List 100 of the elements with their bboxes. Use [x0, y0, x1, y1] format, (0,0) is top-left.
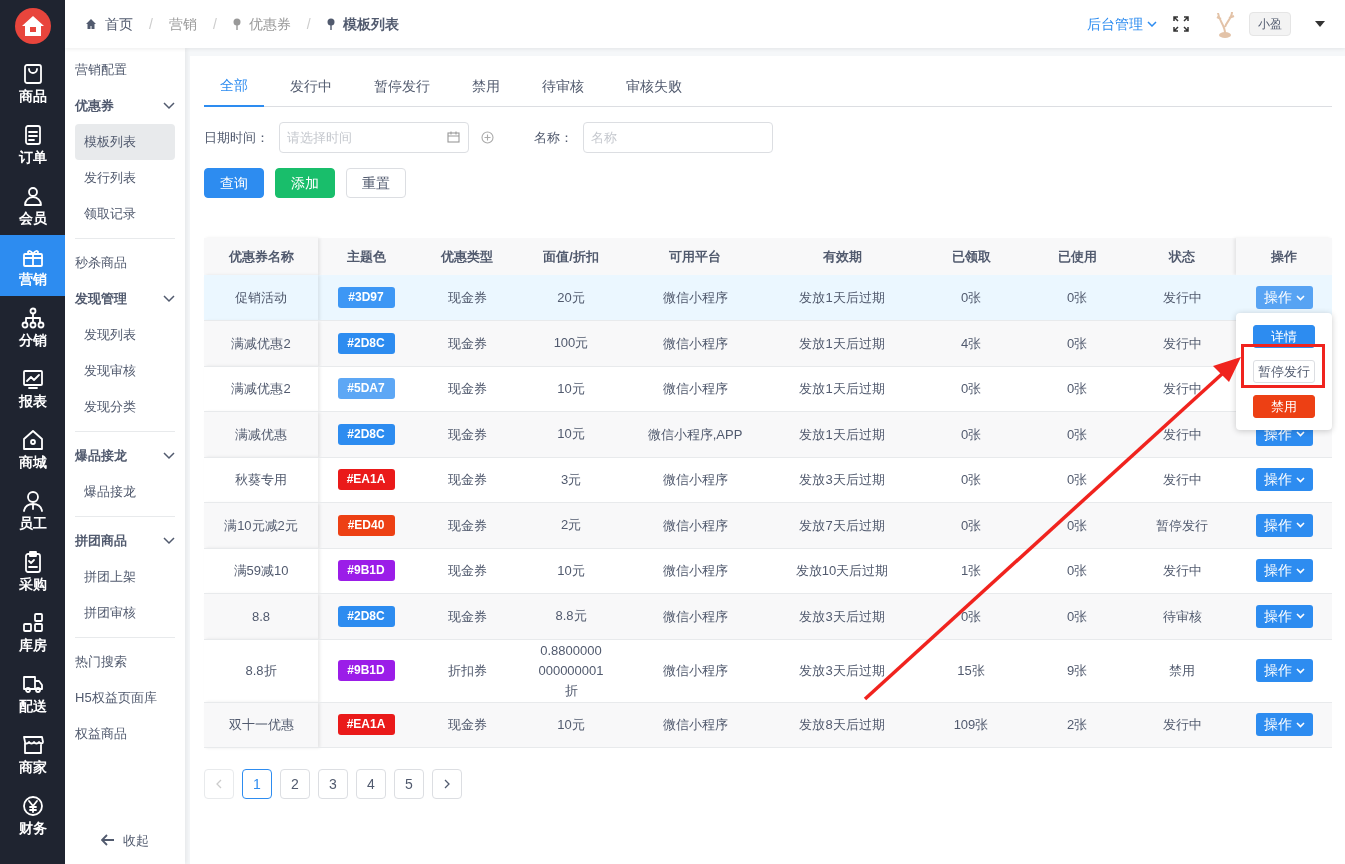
field-label: 日期时间：	[204, 128, 269, 147]
table-cell-text: 10元	[556, 715, 586, 734]
table-cell: 0张	[1026, 275, 1128, 321]
table-cell: 0张	[916, 502, 1026, 548]
color-tag: #5DA7	[337, 378, 395, 400]
table-cell: 微信小程序	[622, 502, 768, 548]
nav-label: 商家	[18, 758, 47, 775]
nav-label: 营销	[18, 270, 47, 287]
nav-label: 分销	[18, 331, 47, 348]
table-cell: 0张	[1026, 502, 1128, 548]
table-cell: 微信小程序	[622, 457, 768, 503]
table-cell: 禁用	[1128, 639, 1236, 702]
table-cell: 现金券	[414, 548, 520, 594]
column-header: 已领取	[916, 238, 1026, 275]
table-cell: 待审核	[1128, 593, 1236, 639]
color-tag: #EA1A	[337, 714, 395, 736]
table-cell-text: 20元	[556, 288, 586, 307]
table-cell: 0张	[1026, 366, 1128, 412]
table-cell: 发放10天后过期	[768, 548, 916, 594]
table-cell: 发放1天后过期	[768, 320, 916, 366]
field-label: 名称：	[534, 128, 573, 147]
column-header: 已使用	[1026, 238, 1128, 275]
color-tag: #EA1A	[337, 469, 395, 491]
nav-label: 财务	[18, 819, 47, 836]
table-cell: 8.8折	[204, 639, 318, 702]
column-header: 面值/折扣	[520, 238, 622, 275]
column-header: 主题色	[318, 238, 414, 275]
table-cell: 现金券	[414, 457, 520, 503]
table-cell: 暂停发行	[1128, 502, 1236, 548]
nav-label: 员工	[18, 514, 47, 531]
separator: /	[149, 14, 153, 34]
table-cell: 发放8天后过期	[768, 702, 916, 748]
color-tag: #2D8C	[337, 605, 395, 627]
table-cell: 促销活动	[204, 275, 318, 321]
table-cell: 现金券	[414, 502, 520, 548]
table-cell: 发行中	[1128, 366, 1236, 412]
table-cell: 0张	[916, 275, 1026, 321]
table-cell: 发放1天后过期	[768, 366, 916, 412]
color-tag: #3D97	[337, 287, 395, 308]
table-cell: 发放1天后过期	[768, 275, 916, 321]
table-cell-text: 10元	[556, 379, 586, 398]
table-cell: 0张	[1026, 320, 1128, 366]
table-cell-text: 3元	[559, 470, 583, 489]
color-tag: #ED40	[337, 514, 395, 536]
column-header: 优惠券名称	[204, 238, 318, 275]
table-cell: 发行中	[1128, 457, 1236, 503]
table-cell: 发放7天后过期	[768, 502, 916, 548]
table-cell: 现金券	[414, 366, 520, 412]
nav-label: 商品	[18, 87, 47, 104]
column-header: 操作	[1236, 238, 1332, 275]
table-cell: 发行中	[1128, 548, 1236, 594]
table-cell: 发行中	[1128, 320, 1236, 366]
table-cell: 折扣券	[414, 639, 520, 702]
table-cell-text: 2元	[559, 516, 583, 535]
table-cell: 微信小程序	[622, 593, 768, 639]
color-tag: #2D8C	[337, 332, 395, 354]
table-cell: 2张	[1026, 702, 1128, 748]
table-cell: 微信小程序	[622, 548, 768, 594]
table-cell: 满59减10	[204, 548, 318, 594]
table-cell: 满减优惠2	[204, 320, 318, 366]
color-tag: #9B1D	[337, 560, 395, 582]
table-cell: 双十一优惠	[204, 702, 318, 748]
table-cell: 0张	[1026, 593, 1128, 639]
column-header: 可用平台	[622, 238, 768, 275]
color-tag: #2D8C	[337, 423, 395, 445]
table-cell: 现金券	[414, 593, 520, 639]
table-cell-text: 8.8元	[554, 607, 588, 626]
column-header: 状态	[1128, 238, 1236, 275]
table-cell: 微信小程序	[622, 366, 768, 412]
color-tag: #9B1D	[337, 660, 395, 681]
table-cell: 满减优惠2	[204, 366, 318, 412]
nav-label: 报表	[18, 392, 47, 409]
table-cell: 0张	[916, 366, 1026, 412]
table-cell: 8.8	[204, 593, 318, 639]
table-cell: 发放3天后过期	[768, 593, 916, 639]
table-cell-text: 100元	[552, 334, 590, 353]
table-cell: 4张	[916, 320, 1026, 366]
table-cell: 0张	[916, 593, 1026, 639]
table-cell: 现金券	[414, 702, 520, 748]
table-cell: 0张	[1026, 457, 1128, 503]
separator: /	[212, 14, 217, 34]
column-header: 优惠类型	[414, 238, 520, 275]
table-cell: 微信小程序	[622, 320, 768, 366]
table-cell: 现金券	[414, 320, 520, 366]
nav-label: 会员	[18, 209, 47, 226]
table-cell: 满10元减2元	[204, 502, 318, 548]
nav-label: 库房	[18, 636, 47, 653]
nav-label: 配送	[18, 697, 47, 714]
table-cell: 发放3天后过期	[768, 457, 916, 503]
table-cell: 秋葵专用	[204, 457, 318, 503]
nav-label: 订单	[18, 148, 47, 165]
nav-label: 采购	[18, 575, 47, 592]
table-cell: 109张	[916, 702, 1026, 748]
nav-label: 商城	[18, 453, 47, 470]
separator: /	[306, 14, 311, 34]
table-cell: 发行中	[1128, 702, 1236, 748]
table-cell: 微信小程序	[622, 702, 768, 748]
table-cell: 0张	[1026, 548, 1128, 594]
table-cell: 9张	[1026, 639, 1128, 702]
table-cell: 发行中	[1128, 275, 1236, 321]
